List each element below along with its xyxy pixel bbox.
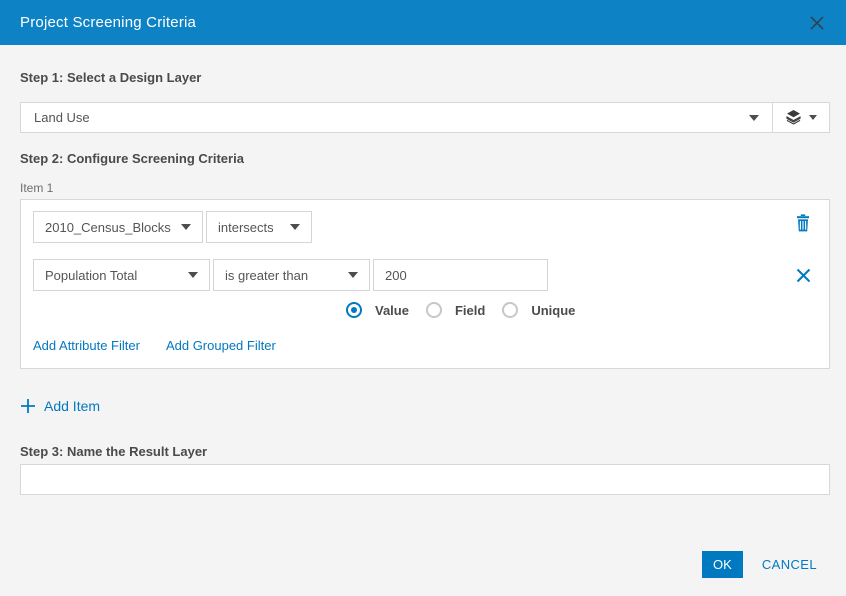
spatial-operator-select[interactable]: intersects [206,211,312,243]
radio-value[interactable]: Value [346,302,409,318]
remove-filter-button[interactable] [791,263,815,287]
dialog-body: Step 1: Select a Design Layer Land Use S… [0,45,846,495]
radio-icon [425,302,442,318]
plus-icon [21,399,35,413]
screening-layer-select[interactable]: 2010_Census_Blocks [33,211,203,243]
radio-field-label: Field [454,302,486,318]
chevron-down-icon [181,224,191,230]
spatial-criteria-row: 2010_Census_Blocks intersects [33,211,815,243]
add-item-label: Add Item [44,398,101,414]
radio-icon [502,302,519,318]
radio-unique[interactable]: Unique [502,302,575,318]
filter-value-input[interactable] [373,259,548,291]
chevron-down-icon [809,115,817,120]
radio-value-label: Value [375,302,409,318]
dialog-header: Project Screening Criteria [0,0,846,45]
remove-x-icon [796,268,810,282]
add-grouped-filter-link[interactable]: Add Grouped Filter [166,338,276,353]
item-label: Item 1 [20,181,54,195]
condition-select[interactable]: is greater than [213,259,370,291]
dialog-title: Project Screening Criteria [20,14,197,31]
chevron-down-icon [749,114,759,121]
attribute-field-value: Population Total [45,267,138,283]
step3-label: Step 3: Name the Result Layer [20,444,208,459]
filter-links-row: Add Attribute Filter Add Grouped Filter [33,338,815,353]
close-icon [810,15,824,30]
dialog-footer: OK CANCEL [701,551,817,578]
delete-item-button[interactable] [791,211,815,235]
result-layer-name-input[interactable] [20,464,830,495]
cancel-button[interactable]: CANCEL [762,557,817,572]
attribute-filter-row: Population Total is greater than [33,259,815,291]
design-layer-row: Land Use [20,102,830,133]
layer-list-button[interactable] [773,102,830,133]
design-layer-select[interactable]: Land Use [20,102,773,133]
chevron-down-icon [188,272,198,278]
close-button[interactable] [806,12,828,34]
add-item-button[interactable]: Add Item [20,398,140,414]
layers-icon [786,110,801,125]
step2-label: Step 2: Configure Screening Criteria [20,151,244,166]
chevron-down-icon [290,224,300,230]
add-attribute-filter-link[interactable]: Add Attribute Filter [33,338,140,353]
step1-label: Step 1: Select a Design Layer [20,70,202,85]
chevron-down-icon [348,272,358,278]
criteria-item-card: 2010_Census_Blocks intersects Population… [20,199,830,369]
condition-value: is greater than [225,267,309,283]
spatial-operator-value: intersects [218,219,274,235]
ok-button[interactable]: OK [701,551,743,578]
radio-icon [346,302,362,318]
value-type-radio-group: Value Field Unique [346,302,815,318]
screening-layer-value: 2010_Census_Blocks [45,219,171,235]
radio-unique-label: Unique [531,302,576,318]
trash-icon [797,214,809,232]
design-layer-value: Land Use [34,110,90,125]
attribute-field-select[interactable]: Population Total [33,259,210,291]
radio-field[interactable]: Field [425,302,486,318]
